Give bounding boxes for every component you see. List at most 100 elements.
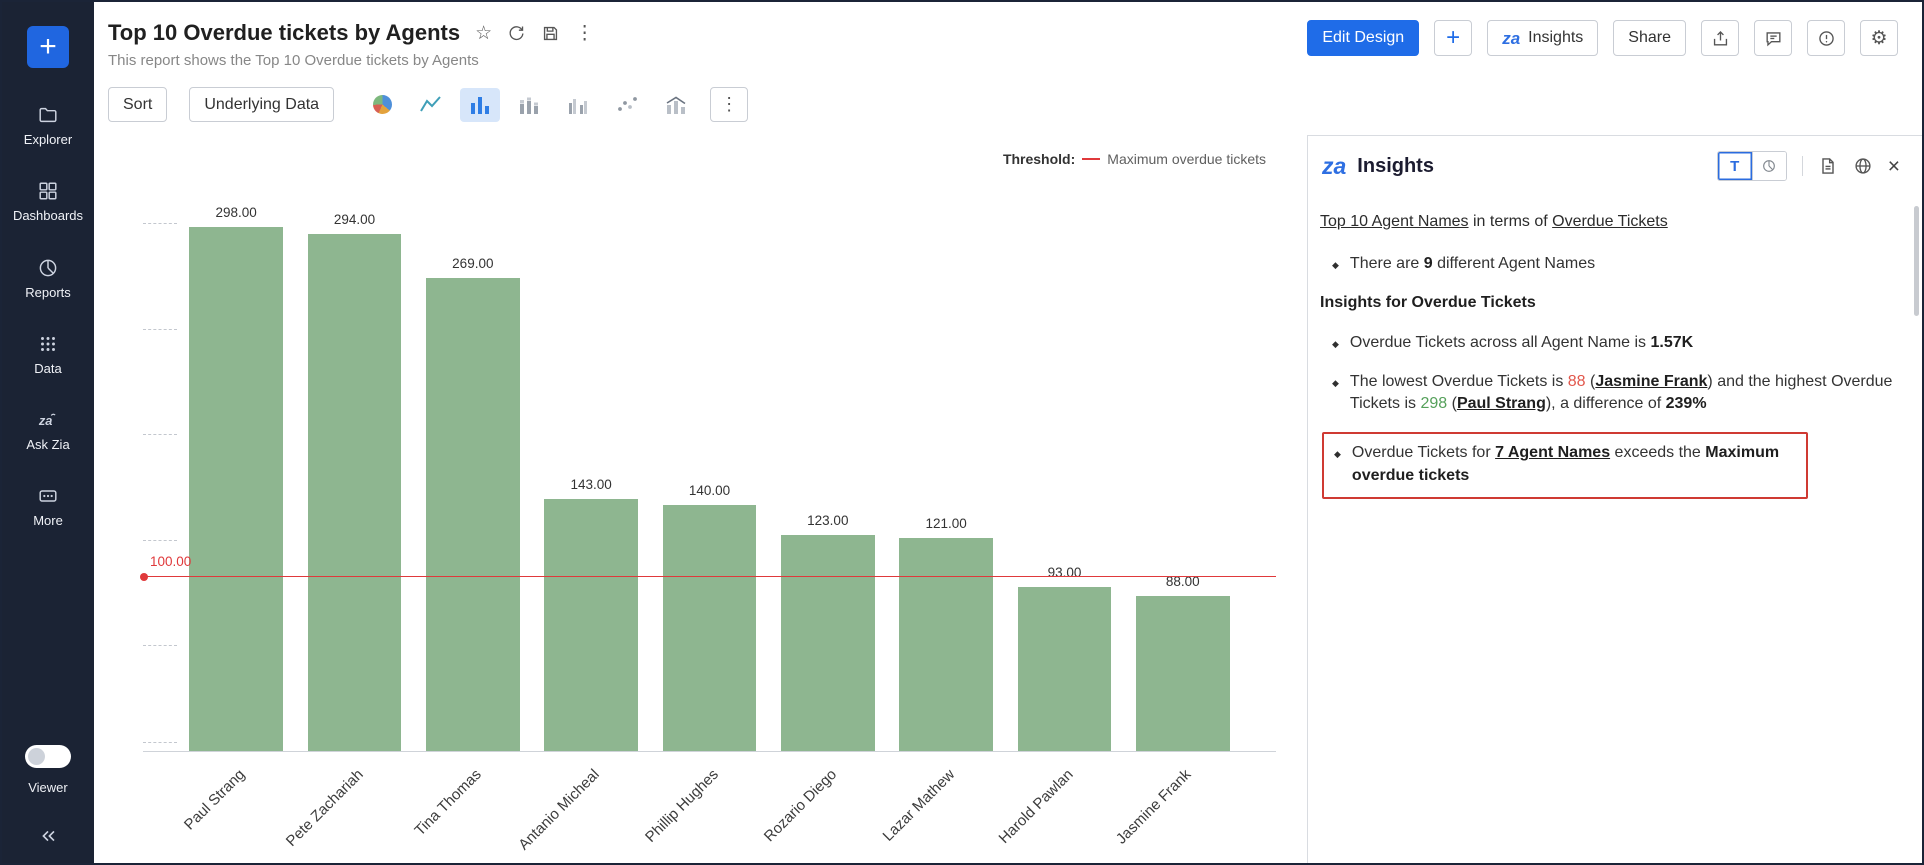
bullet-diamond-icon: ◆ <box>1332 259 1339 275</box>
sidebar-item-more[interactable]: More <box>2 485 94 528</box>
x-axis-slot: Harold Pawlan <box>1005 752 1123 863</box>
share-button[interactable]: Share <box>1613 20 1686 56</box>
content-row: Threshold: Maximum overdue tickets 298.0… <box>94 135 1922 863</box>
comments-button[interactable] <box>1754 20 1792 56</box>
bar-antanio-micheal[interactable] <box>544 499 637 751</box>
x-axis-label: Phillip Hughes <box>642 766 722 846</box>
insight-segment: 298 <box>1420 395 1447 412</box>
sidebar-item-label: Explorer <box>24 133 72 147</box>
bar-column: 143.00 <box>532 196 650 751</box>
language-globe-icon[interactable] <box>1853 156 1873 176</box>
zia-icon: za <box>1502 30 1520 47</box>
insight-segment: ( <box>1447 395 1457 412</box>
x-axis-slot: Rozario Diego <box>769 752 887 863</box>
more-icon <box>37 485 59 507</box>
viewer-mode-toggle[interactable] <box>25 745 71 768</box>
alerts-button[interactable] <box>1807 20 1845 56</box>
insight-segment: exceeds the <box>1610 444 1705 461</box>
x-axis-label: Paul Strang <box>181 766 248 833</box>
chart-toolbar: Sort Underlying Data ⋮ <box>108 87 748 122</box>
alert-icon <box>1817 29 1836 48</box>
bar-value-label: 140.00 <box>650 483 768 498</box>
collapse-sidebar-icon[interactable] <box>37 825 59 847</box>
insight-segment: The lowest Overdue Tickets is <box>1350 373 1568 390</box>
bar-tina-thomas[interactable] <box>426 278 519 751</box>
sidebar-item-reports[interactable]: Reports <box>2 257 94 300</box>
add-button[interactable]: + <box>27 26 69 68</box>
underlying-data-button[interactable]: Underlying Data <box>189 87 334 122</box>
threshold-legend: Threshold: Maximum overdue tickets <box>1003 151 1266 167</box>
sidebar: + Explorer Dashboards Reports Data zaAsk Zia… <box>2 2 94 863</box>
main-area: Top 10 Overdue tickets by Agents ☆ ⋮ Thi… <box>94 2 1922 863</box>
toolbar-more-icon[interactable]: ⋮ <box>710 87 748 122</box>
sidebar-footer: Viewer <box>25 745 71 863</box>
close-insights-icon[interactable]: × <box>1888 156 1900 177</box>
title-more-icon[interactable]: ⋮ <box>575 22 594 45</box>
pie-chart-icon[interactable] <box>362 88 402 122</box>
refresh-icon[interactable] <box>507 24 526 43</box>
insight-segment: There are <box>1350 255 1424 272</box>
insights-text-view-button[interactable]: T <box>1718 152 1752 180</box>
x-axis-slot: Paul Strang <box>177 752 295 863</box>
document-icon[interactable] <box>1818 156 1838 176</box>
add-view-button[interactable]: + <box>1434 20 1472 56</box>
bar-column: 269.00 <box>414 196 532 751</box>
insights-panel: za Insights T <box>1307 135 1922 863</box>
bar-harold-pawlan[interactable] <box>1018 587 1111 751</box>
threshold-dot <box>140 573 148 581</box>
insights-button-label: Insights <box>1528 29 1583 47</box>
insight-text: Overdue Tickets across all Agent Name is… <box>1350 332 1693 354</box>
insight-segment: Overdue Tickets across all Agent Name is <box>1350 334 1651 351</box>
stacked-bar-icon[interactable] <box>509 88 549 122</box>
bar-paul-strang[interactable] <box>189 227 282 751</box>
insight-link[interactable]: Jasmine Frank <box>1595 373 1707 390</box>
export-button[interactable] <box>1701 20 1739 56</box>
bar-rozario-diego[interactable] <box>781 535 874 751</box>
bar-value-label: 143.00 <box>532 477 650 492</box>
insight-link[interactable]: Top 10 Agent Names <box>1320 213 1469 230</box>
bar-lazar-mathew[interactable] <box>899 538 992 751</box>
insights-chart-view-button[interactable] <box>1752 152 1786 180</box>
insights-view-toggle: T <box>1717 151 1787 181</box>
sort-button[interactable]: Sort <box>108 87 167 122</box>
chart-area: Threshold: Maximum overdue tickets 298.0… <box>94 135 1307 863</box>
bullet-diamond-icon: ◆ <box>1332 338 1339 354</box>
bar-pete-zachariah[interactable] <box>308 234 401 751</box>
panel-scrollbar[interactable] <box>1914 206 1919 316</box>
insight-line-highlighted: ◆Overdue Tickets for 7 Agent Names excee… <box>1322 432 1808 498</box>
grouped-bar-icon[interactable] <box>558 88 598 122</box>
gear-icon: ⚙ <box>1870 29 1887 48</box>
insight-link[interactable]: Paul Strang <box>1457 395 1546 412</box>
page-title: Top 10 Overdue tickets by Agents <box>108 20 460 46</box>
x-axis-label: Pete Zachariah <box>283 766 367 850</box>
sidebar-item-label: Reports <box>25 286 71 300</box>
insight-link[interactable]: Overdue Tickets <box>1552 213 1668 230</box>
favorite-star-icon[interactable]: ☆ <box>475 22 492 45</box>
settings-button[interactable]: ⚙ <box>1860 20 1898 56</box>
line-chart-icon[interactable] <box>411 88 451 122</box>
sidebar-item-data[interactable]: Data <box>2 333 94 376</box>
bar-chart-icon[interactable] <box>460 88 500 122</box>
sidebar-item-dashboards[interactable]: Dashboards <box>2 180 94 223</box>
bar-jasmine-frank[interactable] <box>1136 596 1229 751</box>
x-axis-label: Harold Pawlan <box>995 766 1076 847</box>
sidebar-item-explorer[interactable]: Explorer <box>2 104 94 147</box>
bar-phillip-hughes[interactable] <box>663 505 756 751</box>
insights-button[interactable]: za Insights <box>1487 20 1598 56</box>
separator <box>1802 156 1803 176</box>
edit-design-button[interactable]: Edit Design <box>1307 20 1419 56</box>
scatter-chart-icon[interactable] <box>607 88 647 122</box>
combo-chart-icon[interactable] <box>656 88 696 122</box>
insights-panel-title: Insights <box>1357 155 1434 178</box>
sidebar-item-ask-zia[interactable]: zaAsk Zia <box>2 409 94 452</box>
insight-link[interactable]: 7 Agent Names <box>1495 444 1610 461</box>
insight-text: Overdue Tickets for 7 Agent Names exceed… <box>1352 442 1796 486</box>
save-icon[interactable] <box>541 24 560 43</box>
x-axis-slot: Jasmine Frank <box>1124 752 1242 863</box>
bar-column: 294.00 <box>295 196 413 751</box>
zia-icon: za <box>1322 155 1346 178</box>
dashboard-grid-icon <box>37 180 59 202</box>
sidebar-item-label: More <box>33 514 63 528</box>
reports-icon <box>37 257 59 279</box>
bar-value-label: 269.00 <box>414 256 532 271</box>
